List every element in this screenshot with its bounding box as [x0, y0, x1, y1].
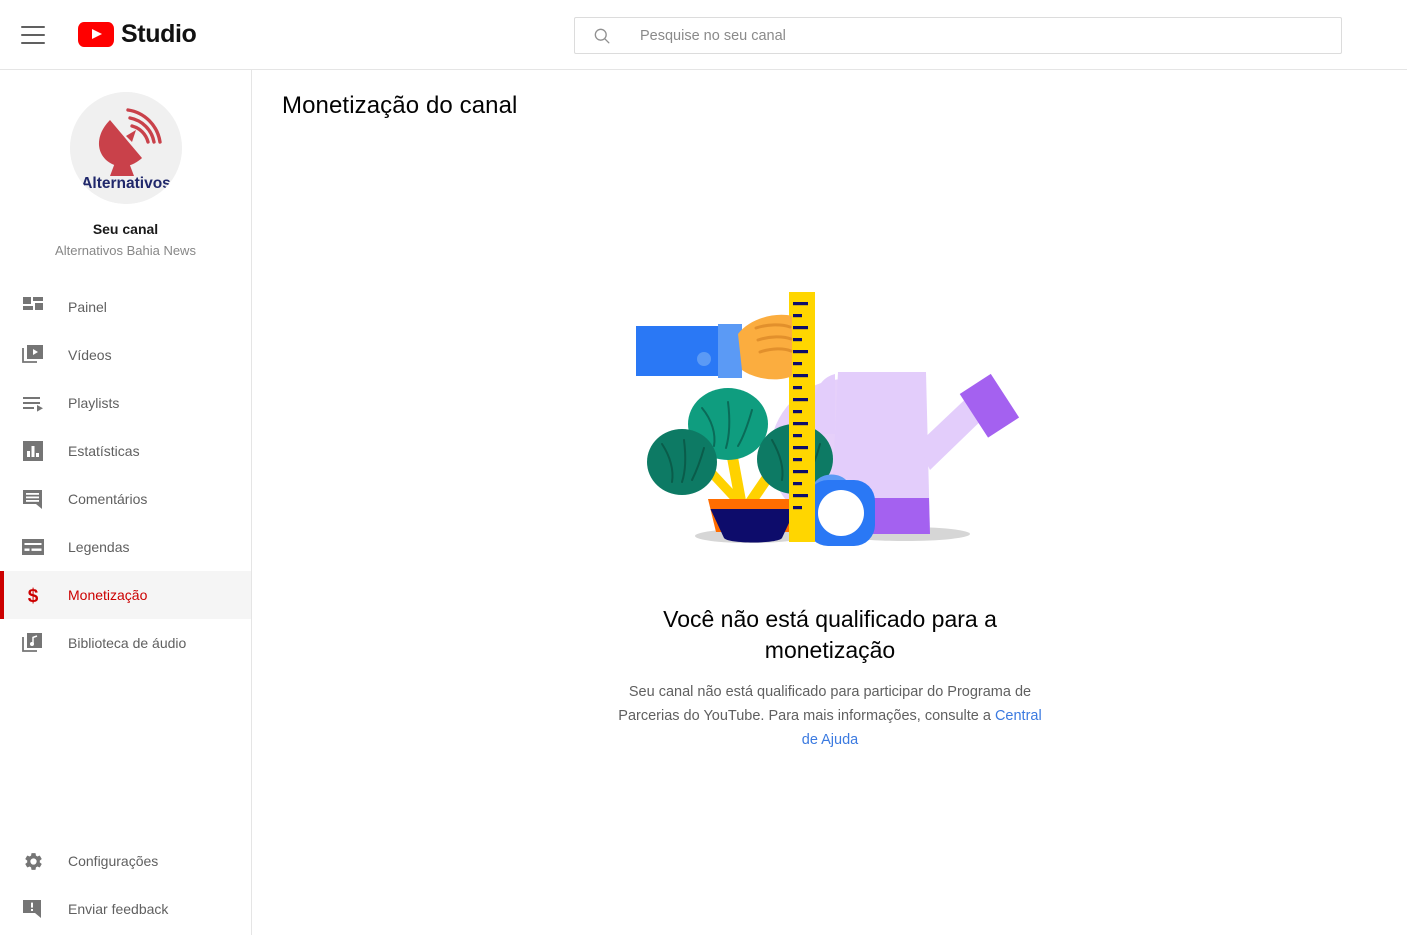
svg-text:$: $ [28, 586, 39, 606]
sidebar: Alternativos Seu canal Alternativos Bahi… [0, 70, 252, 935]
monetization-empty-state: Você não está qualificado para a monetiz… [253, 70, 1407, 935]
satellite-dish-icon[interactable]: Alternativos [69, 92, 182, 204]
youtube-play-icon [78, 22, 114, 47]
sidebar-item-label: Vídeos [68, 347, 112, 363]
channel-name: Alternativos Bahia News [55, 243, 196, 258]
sidebar-item-label: Legendas [68, 539, 130, 555]
sidebar-item-label: Enviar feedback [68, 901, 169, 917]
sidebar-item-enviar-feedback[interactable]: Enviar feedback [0, 885, 251, 933]
sidebar-bottom-nav: Configurações Enviar feedback [0, 837, 251, 933]
sidebar-item-configuracoes[interactable]: Configurações [0, 837, 251, 885]
gear-icon [21, 849, 45, 873]
sidebar-item-playlists[interactable]: Playlists [0, 379, 251, 427]
hamburger-icon[interactable] [21, 25, 45, 44]
channel-block: Alternativos Seu canal Alternativos Bahi… [0, 70, 251, 258]
sidebar-item-estatisticas[interactable]: Estatísticas [0, 427, 251, 475]
empty-state-title: Você não está qualificado para a monetiz… [663, 605, 997, 663]
empty-state-body-line-2: Parcerias do YouTube. Para mais informaç… [618, 707, 991, 724]
sidebar-item-legendas[interactable]: Legendas [0, 523, 251, 571]
playlist-icon [21, 391, 45, 415]
main-content: Monetização do canal Você não está quali… [253, 70, 1407, 935]
sidebar-item-label: Configurações [68, 853, 159, 869]
svg-text:Alternativos: Alternativos [81, 175, 171, 192]
sidebar-item-label: Biblioteca de áudio [68, 635, 187, 651]
sidebar-nav: Painel Vídeos Playlists Estatísticas Com… [0, 283, 251, 667]
studio-brand-logo[interactable]: Studio [78, 20, 197, 48]
sidebar-item-label: Playlists [68, 395, 120, 411]
search-icon [594, 28, 610, 44]
feedback-icon [21, 897, 45, 921]
measuring-plant-illustration [636, 291, 1020, 546]
empty-state-body-line-1: Seu canal não está qualificado para part… [628, 683, 1032, 700]
empty-state-body: Seu canal não está qualificado para part… [615, 680, 1045, 752]
sidebar-item-label: Estatísticas [68, 443, 140, 459]
search-bar[interactable] [574, 17, 1342, 54]
top-header: Studio [0, 0, 1407, 70]
brand-label: Studio [121, 20, 197, 48]
sidebar-item-painel[interactable]: Painel [0, 283, 251, 331]
sidebar-item-videos[interactable]: Vídeos [0, 331, 251, 379]
dashboard-icon [21, 295, 45, 319]
search-input[interactable] [638, 26, 1329, 45]
sidebar-item-biblioteca-de-audio[interactable]: Biblioteca de áudio [0, 619, 251, 667]
sidebar-item-label: Comentários [68, 491, 148, 507]
sidebar-item-comentarios[interactable]: Comentários [0, 475, 251, 523]
dollar-sign-icon: $ [21, 583, 45, 607]
bar-chart-icon [21, 439, 45, 463]
sidebar-item-monetizacao[interactable]: $ Monetização [0, 571, 251, 619]
video-stack-icon [21, 343, 45, 367]
music-note-icon [21, 631, 45, 655]
channel-label: Seu canal [92, 221, 159, 237]
comment-icon [21, 487, 45, 511]
sidebar-item-label: Painel [68, 299, 107, 315]
sidebar-item-label: Monetização [68, 587, 148, 603]
subtitles-icon [21, 535, 45, 559]
